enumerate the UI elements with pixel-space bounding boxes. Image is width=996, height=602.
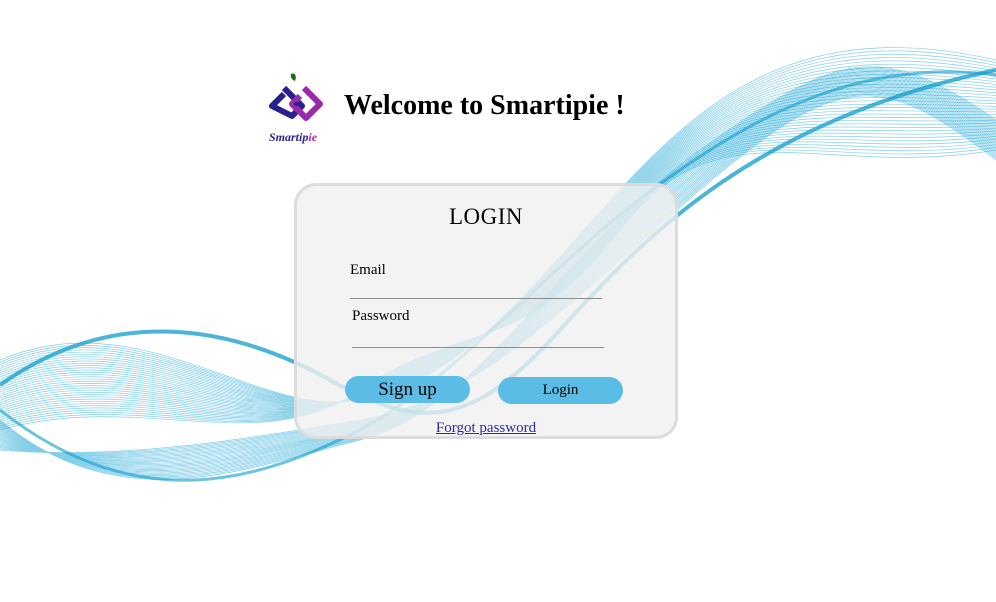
logo-wordmark-prefix: Smartip [269, 130, 309, 144]
welcome-heading: Welcome to Smartipie ! [344, 90, 625, 121]
logo-wordmark: Smartipie [269, 130, 317, 145]
password-label: Password [352, 308, 410, 324]
login-card: LOGIN Email Password Sign up Login Forgo… [294, 183, 678, 439]
forgot-password-link[interactable]: Forgot password [297, 420, 675, 437]
login-title: LOGIN [448, 204, 524, 229]
smartipie-logo: Smartipie [264, 70, 330, 148]
signup-button[interactable]: Sign up [345, 376, 470, 403]
logo-wordmark-suffix: ie [308, 130, 318, 144]
email-input[interactable] [350, 280, 602, 298]
email-label: Email [350, 262, 386, 278]
password-input[interactable] [352, 328, 604, 346]
email-underline [350, 298, 602, 299]
header: Smartipie Welcome to Smartipie ! [264, 70, 684, 150]
login-page: Smartipie Welcome to Smartipie ! LOGIN E… [0, 0, 996, 602]
password-underline [352, 347, 604, 348]
login-button[interactable]: Login [498, 377, 623, 404]
logo-mark-icon [269, 73, 323, 121]
